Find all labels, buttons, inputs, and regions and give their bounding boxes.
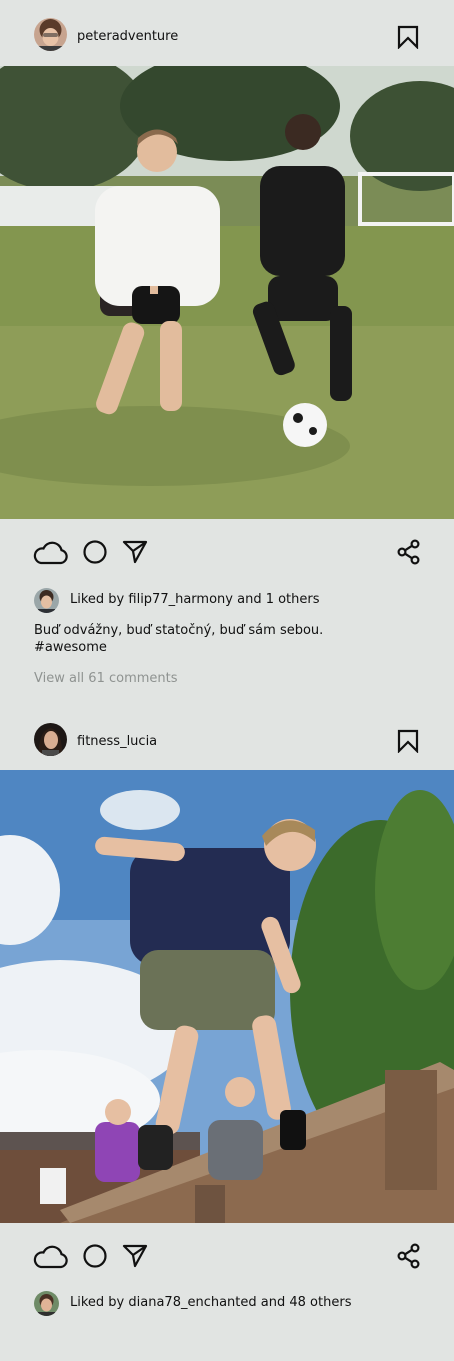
like-cloud-icon[interactable] xyxy=(33,539,69,565)
post-photo[interactable] xyxy=(0,770,454,1223)
caption-hashtag[interactable]: #awesome xyxy=(34,639,323,656)
send-icon[interactable] xyxy=(122,1243,148,1269)
bookmark-icon[interactable] xyxy=(396,729,420,753)
share-icon[interactable] xyxy=(396,1243,422,1269)
share-icon[interactable] xyxy=(396,539,422,565)
post-caption: Buď odvážny, buď statočný, buď sám sebou… xyxy=(34,622,323,656)
user-avatar[interactable] xyxy=(34,18,67,51)
likes-prefix: Liked by xyxy=(70,1295,125,1310)
liker-avatar[interactable] xyxy=(34,588,59,613)
post-photo[interactable] xyxy=(0,66,454,519)
liker-avatar[interactable] xyxy=(34,1291,59,1316)
username[interactable]: fitness_lucia xyxy=(77,734,157,750)
likes-text: Liked by diana78_enchanted and 48 others xyxy=(70,1295,351,1311)
likes-prefix: Liked by xyxy=(70,592,125,607)
comment-circle-icon[interactable] xyxy=(82,539,108,565)
likes-user[interactable]: filip77_harmony xyxy=(128,592,233,607)
post-1: peteradventure Liked by filip77_harmony … xyxy=(0,0,454,705)
likes-user[interactable]: diana78_enchanted xyxy=(128,1295,256,1310)
user-avatar[interactable] xyxy=(34,723,67,756)
comment-circle-icon[interactable] xyxy=(82,1243,108,1269)
feed: peteradventure Liked by filip77_harmony … xyxy=(0,0,454,1361)
view-comments-link[interactable]: View all 61 comments xyxy=(34,671,178,686)
post-2: fitness_lucia Liked by diana78_enchanted… xyxy=(0,705,454,1361)
like-cloud-icon[interactable] xyxy=(33,1243,69,1269)
post-header: fitness_lucia xyxy=(0,705,454,771)
likes-text: Liked by filip77_harmony and 1 others xyxy=(70,592,320,608)
bookmark-icon[interactable] xyxy=(396,25,420,49)
likes-suffix: and 1 others xyxy=(237,592,320,607)
post-header: peteradventure xyxy=(0,0,454,66)
username[interactable]: peteradventure xyxy=(77,29,178,45)
send-icon[interactable] xyxy=(122,539,148,565)
caption-text: Buď odvážny, buď statočný, buď sám sebou… xyxy=(34,623,324,638)
likes-suffix: and 48 others xyxy=(260,1295,352,1310)
